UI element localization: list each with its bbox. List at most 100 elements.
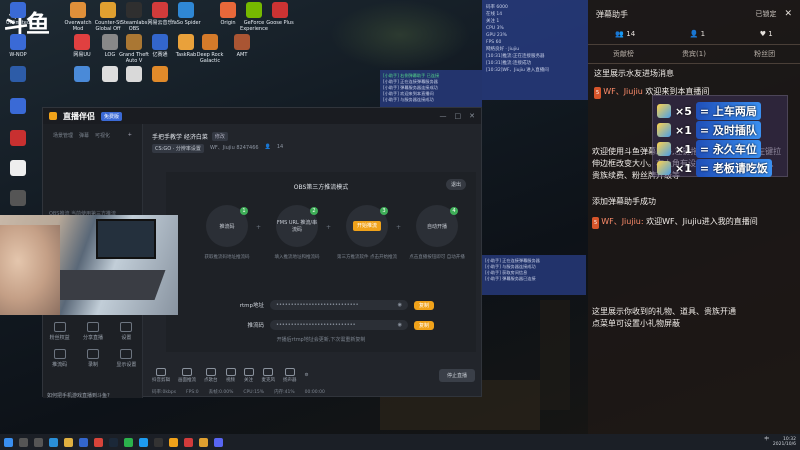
tool-record[interactable]: 录制 [76, 349, 109, 368]
tab-fans[interactable]: 粉丝团 [729, 45, 800, 63]
qq-icon[interactable] [139, 437, 148, 447]
desktop-icon[interactable]: YaSo Spider [170, 2, 202, 26]
tool-settings[interactable]: 设置 [110, 322, 143, 341]
ime-indicator[interactable]: 中 [764, 437, 769, 447]
close-icon[interactable]: ✕ [784, 9, 792, 19]
exit-mode-button[interactable]: 退出 [445, 179, 466, 190]
desktop-icon[interactable]: Goose Plus [264, 2, 296, 26]
viewer-icon: 👤 [264, 144, 271, 150]
danmu-title: 弹幕助手 [596, 9, 628, 19]
copy-key-button[interactable]: 复制 [414, 320, 435, 330]
add-scene-button[interactable]: + [128, 132, 132, 139]
app-icon [272, 2, 288, 18]
gift-price-card: ×5 = 上车两局 ×1 = 及时插队 ×1 = 永久车位 ×1 = 老板请吃饭 [652, 95, 788, 177]
desktop-icon[interactable]: AMT [226, 34, 258, 58]
app-icon [234, 34, 250, 50]
stream-key-row: 推流码 ••••••••••••••••••••••••••• ◉ 复制 [236, 320, 435, 330]
obs-icon[interactable] [154, 437, 163, 447]
step-caption: 第三方推流软件 点击开始推流 [337, 255, 397, 260]
app-titlebar[interactable]: 直播伴侣 免费版 — □ ✕ [43, 108, 481, 124]
edge-icon[interactable] [49, 437, 58, 447]
category-chip[interactable]: CS:GO · 分辨率设置 [152, 144, 204, 153]
desktop-icon[interactable] [2, 66, 34, 84]
search-icon[interactable] [19, 437, 28, 447]
close-button[interactable]: ✕ [469, 112, 475, 120]
app-icon [10, 34, 26, 50]
desktop-icon[interactable] [2, 98, 34, 116]
tab-contribution[interactable]: 贡献榜 [588, 45, 659, 63]
steam-icon[interactable] [109, 437, 118, 447]
desktop-icon[interactable] [2, 130, 34, 148]
tool-song[interactable]: 点歌台 [204, 367, 218, 383]
step-4: 4 自动开播 [416, 205, 458, 247]
desktop-icon[interactable] [2, 190, 34, 208]
gear-icon [120, 322, 133, 332]
tool-stream-key[interactable]: 推流码 [43, 349, 76, 368]
eye-icon[interactable]: ◉ [398, 320, 402, 330]
gift-icon [657, 142, 671, 156]
webcam-monitor [96, 219, 156, 259]
start-stop-live-button[interactable]: 停止直播 [438, 368, 475, 382]
tool-follow[interactable]: 关注 [243, 367, 254, 383]
step-caption: 获取推流码地址推流码 [204, 255, 250, 260]
tool-mic[interactable]: 麦克风 [262, 367, 275, 383]
tab-scenes[interactable]: 场景管理 [53, 132, 73, 139]
rtmp-field[interactable]: •••••••••••••••••••••••••••• ◉ [270, 300, 408, 310]
app-icon [178, 34, 194, 50]
wechat-icon[interactable] [124, 437, 133, 447]
tab-vip[interactable]: 贵宾(1) [659, 45, 730, 63]
douyu-app-icon[interactable] [169, 437, 178, 447]
tool-video[interactable]: 视频 [225, 367, 236, 383]
csgo-icon[interactable] [199, 437, 208, 447]
music-icon[interactable] [184, 437, 193, 447]
step-plus: + [396, 224, 402, 231]
app-icon [126, 34, 142, 50]
danmu-tabs: 贡献榜 贵宾(1) 粉丝团 [588, 44, 800, 64]
desktop-icon[interactable] [144, 66, 176, 84]
maximize-button[interactable]: □ [455, 112, 462, 120]
help-link[interactable]: 如何把手机游戏直播到斗鱼? [47, 392, 110, 399]
tab-visual[interactable]: 可视化 [95, 132, 110, 139]
task-view-icon[interactable] [34, 437, 43, 447]
tool-clip[interactable]: 抖音剪辑 [152, 367, 170, 383]
windows-start-icon[interactable] [4, 437, 13, 447]
tool-share[interactable]: 分享直播 [76, 322, 109, 341]
desktop-icon[interactable]: Deep Rock Galactic [194, 34, 226, 64]
danmu-message: 添加弹幕助手成功 [592, 197, 656, 206]
stream-key-label: 推流码 [247, 323, 264, 329]
desktop-icon[interactable] [2, 160, 34, 178]
tool-push[interactable]: 画面推流 [178, 367, 196, 383]
app-icon [178, 2, 194, 18]
eye-icon[interactable]: ◉ [398, 300, 402, 310]
desktop-icon[interactable]: W-NOP [2, 34, 34, 58]
system-tray: 中 10:32 2021/10/6 [764, 437, 796, 447]
tool-fan-rights[interactable]: 粉丝权益 [43, 322, 76, 341]
edit-title-button[interactable]: 修改 [211, 132, 228, 141]
desktop-icon[interactable]: Overwatch Mod [62, 2, 94, 32]
stream-key-field[interactable]: ••••••••••••••••••••••••••• ◉ [270, 320, 408, 330]
app-icon [10, 160, 26, 176]
danmu-message: 这里展示水友进场消息 [594, 69, 674, 78]
danmu-header[interactable]: 弹幕助手 已锁定 ✕ [588, 0, 800, 28]
share-icon [86, 322, 99, 332]
webcam-overlay [0, 215, 178, 315]
stream-title: 手把手教学 经济白菜 [152, 134, 208, 141]
copy-rtmp-button[interactable]: 复制 [414, 300, 435, 310]
mode-title: OBS第三方推流模式 [293, 184, 349, 191]
discord-icon[interactable] [214, 437, 223, 447]
desktop-icon[interactable]: Unlimited [2, 2, 34, 26]
tab-danmu[interactable]: 弹幕 [79, 132, 89, 139]
store-icon[interactable] [79, 437, 88, 447]
chrome-icon[interactable] [94, 437, 103, 447]
cast-icon [182, 367, 192, 376]
rtmp-label: rtmp地址 [239, 303, 264, 309]
lock-status[interactable]: 已锁定 [755, 9, 776, 19]
folder-icon[interactable] [64, 437, 73, 447]
tool-display[interactable]: 显示设置 [110, 349, 143, 368]
minimize-button[interactable]: — [440, 112, 447, 120]
step-1: 1 推流码 [206, 205, 248, 247]
tool-speaker[interactable]: 扬声器 [283, 367, 297, 383]
app-icon [10, 66, 26, 82]
gear-icon[interactable]: ⚙ [305, 373, 309, 378]
clock[interactable]: 10:32 2021/10/6 [773, 437, 796, 447]
